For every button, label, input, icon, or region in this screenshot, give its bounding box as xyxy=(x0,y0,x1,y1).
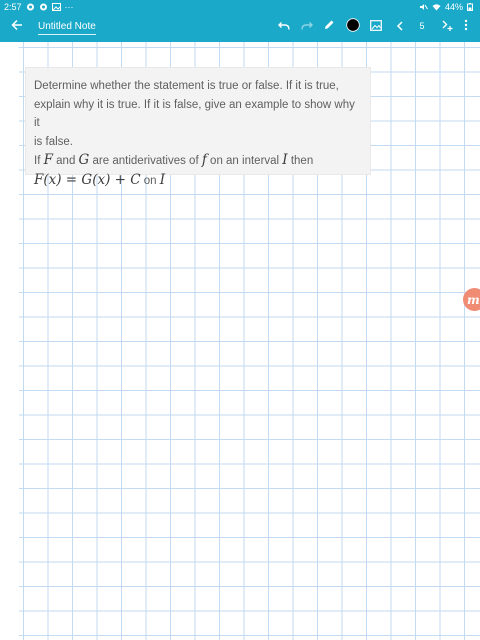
app-bar: Untitled Note 5 xyxy=(0,13,480,42)
chevron-left-icon xyxy=(396,18,404,36)
next-page-plus-icon xyxy=(441,18,453,36)
text-are-antiderivatives: are antiderivatives of xyxy=(89,155,202,167)
question-line-1: Determine whether the statement is true … xyxy=(34,80,339,92)
question-line-2: explain why it is true. If it is false, … xyxy=(34,98,355,130)
gallery-icon xyxy=(51,2,61,11)
page-number: 5 xyxy=(419,21,425,31)
arrow-left-icon xyxy=(11,18,23,36)
wifi-icon xyxy=(432,3,441,11)
text-on: on xyxy=(140,174,160,187)
question-line-3: is false. xyxy=(34,135,73,148)
status-time: 2:57 xyxy=(4,1,22,12)
color-swatch-icon xyxy=(346,17,360,37)
note-title[interactable]: Untitled Note xyxy=(38,21,96,35)
text-and: and xyxy=(52,155,79,167)
question-line-5: F(x) = G(x) + C on I xyxy=(34,171,362,191)
question-card: Determine whether the statement is true … xyxy=(25,67,371,188)
more-vertical-icon xyxy=(464,18,468,36)
question-line-4: If F and G are antiderivatives of f on a… xyxy=(34,151,362,171)
back-button[interactable] xyxy=(7,17,27,37)
redo-button[interactable] xyxy=(298,18,316,36)
undo-icon xyxy=(278,18,290,36)
math-F: F xyxy=(43,152,53,168)
math-equation: F(x) = G(x) + C xyxy=(34,171,141,188)
floating-app-badge[interactable]: m xyxy=(463,288,480,311)
previous-page-button[interactable] xyxy=(391,18,409,36)
text-on-interval: on an interval xyxy=(206,155,283,167)
sync-icon xyxy=(26,3,35,11)
text-then: then xyxy=(287,155,314,167)
image-icon xyxy=(370,18,382,36)
pen-icon xyxy=(323,18,335,36)
undo-button[interactable] xyxy=(275,18,293,36)
badge-label: m xyxy=(467,292,480,307)
battery-percent: 44% xyxy=(444,1,463,12)
status-bar: 2:57 ··· 44% xyxy=(0,0,480,13)
text-if: If xyxy=(34,155,44,167)
redo-icon xyxy=(301,18,313,36)
battery-icon xyxy=(467,2,476,11)
math-I-2: I xyxy=(159,171,166,188)
add-page-button[interactable] xyxy=(438,18,456,36)
more-notifications: ··· xyxy=(64,1,74,12)
image-button[interactable] xyxy=(367,18,385,36)
mute-icon xyxy=(419,3,428,11)
math-G: G xyxy=(78,152,90,168)
pen-tool-button[interactable] xyxy=(320,18,338,36)
sync-icon-2 xyxy=(39,3,48,11)
more-options-button[interactable] xyxy=(457,18,475,36)
color-picker-button[interactable] xyxy=(344,17,362,37)
